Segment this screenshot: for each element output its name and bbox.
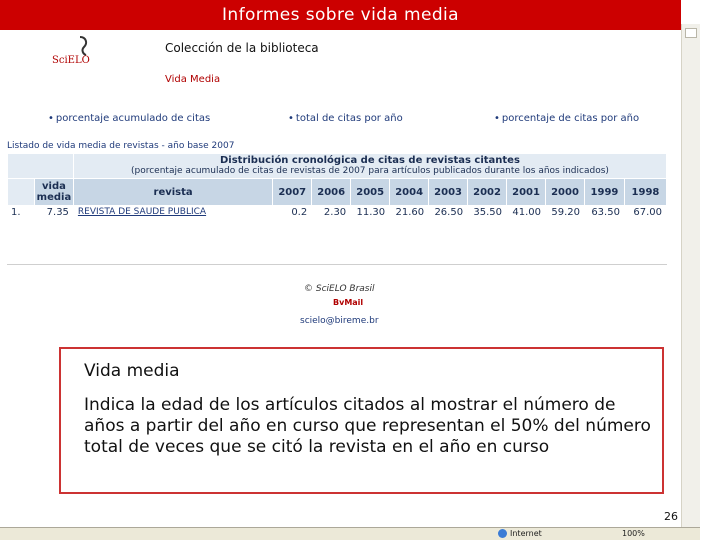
table-caption: Listado de vida media de revistas - año … — [7, 141, 235, 151]
row-value: 2.30 — [311, 205, 352, 219]
divider — [7, 264, 667, 265]
link-label: porcentaje de citas por año — [501, 113, 640, 124]
row-index: 1. — [7, 205, 35, 219]
link-total-citas[interactable]: • total de citas por año — [288, 113, 403, 124]
row-value: 41.00 — [506, 205, 547, 219]
group-header-title: Distribución cronológica de citas de rev… — [219, 155, 520, 166]
group-header-cell: Distribución cronológica de citas de rev… — [72, 153, 668, 179]
collection-heading: Colección de la biblioteca — [165, 41, 319, 55]
row-value: 63.50 — [583, 205, 625, 219]
row-value: 11.30 — [350, 205, 391, 219]
half-life-table: Distribución cronológica de citas de rev… — [7, 153, 668, 219]
table-row: 1. 7.35 REVISTA DE SAUDE PUBLICA 0.2 2.3… — [7, 205, 668, 219]
scielo-logo: SciELO — [50, 33, 96, 69]
definition-title: Vida media — [84, 361, 180, 381]
vertical-scrollbar[interactable] — [681, 24, 700, 527]
security-zone-label: Internet — [510, 529, 542, 538]
window-frame — [700, 0, 720, 540]
footer-copyright: © SciELO Brasil — [304, 284, 375, 294]
header-year: 2000 — [545, 178, 585, 206]
header-revista: revista — [72, 178, 274, 206]
scielo-logo-text: SciELO — [52, 55, 90, 66]
table-column-header: vida media revista 2007 2006 2005 2004 2… — [7, 178, 668, 206]
footer-bvmail-logo: BvMail — [333, 298, 364, 307]
link-porcentaje-acumulado[interactable]: • porcentaje acumulado de citas — [48, 113, 210, 124]
definition-box: Vida media Indica la edad de los artícul… — [59, 347, 664, 494]
bullet-icon: • — [288, 113, 294, 124]
link-label: porcentaje acumulado de citas — [55, 113, 211, 124]
table-group-header: Distribución cronológica de citas de rev… — [7, 153, 668, 179]
row-value: 26.50 — [428, 205, 469, 219]
group-header-spacer — [7, 153, 74, 179]
browser-status-bar: Internet 100% — [0, 527, 700, 540]
header-vida-media: vida media — [33, 178, 74, 206]
header-year: 2001 — [506, 178, 547, 206]
definition-text: Indica la edad de los artículos citados … — [84, 395, 651, 457]
header-year: 2002 — [467, 178, 508, 206]
scroll-up-arrow-icon[interactable] — [685, 28, 697, 38]
link-label: total de citas por año — [295, 113, 403, 124]
row-vida-media: 7.35 — [33, 205, 74, 219]
link-porcentaje-por-ano[interactable]: • porcentaje de citas por año — [494, 113, 639, 124]
row-journal-link[interactable]: REVISTA DE SAUDE PUBLICA — [72, 205, 274, 219]
row-value: 35.50 — [467, 205, 508, 219]
row-value: 59.20 — [545, 205, 585, 219]
row-value: 67.00 — [623, 205, 668, 219]
bullet-icon: • — [48, 113, 54, 124]
group-header-subtitle: (porcentaje acumulado de citas de revist… — [131, 166, 609, 176]
globe-icon — [498, 529, 507, 538]
header-index-cell — [7, 178, 35, 206]
header-year: 2003 — [428, 178, 469, 206]
header-year: 2006 — [311, 178, 352, 206]
header-year: 2004 — [389, 178, 430, 206]
slide-title: Informes sobre vida media — [0, 0, 681, 30]
header-year: 2007 — [272, 178, 313, 206]
zoom-level[interactable]: 100% — [622, 529, 645, 538]
footer-email-link[interactable]: scielo@bireme.br — [300, 316, 379, 326]
row-value: 21.60 — [389, 205, 430, 219]
header-year: 2005 — [350, 178, 391, 206]
header-year: 1999 — [583, 178, 625, 206]
header-year: 1998 — [623, 178, 668, 206]
page-number: 26 — [664, 510, 678, 523]
bullet-icon: • — [494, 113, 500, 124]
section-subheading: Vida Media — [165, 74, 221, 85]
row-value: 0.2 — [272, 205, 313, 219]
